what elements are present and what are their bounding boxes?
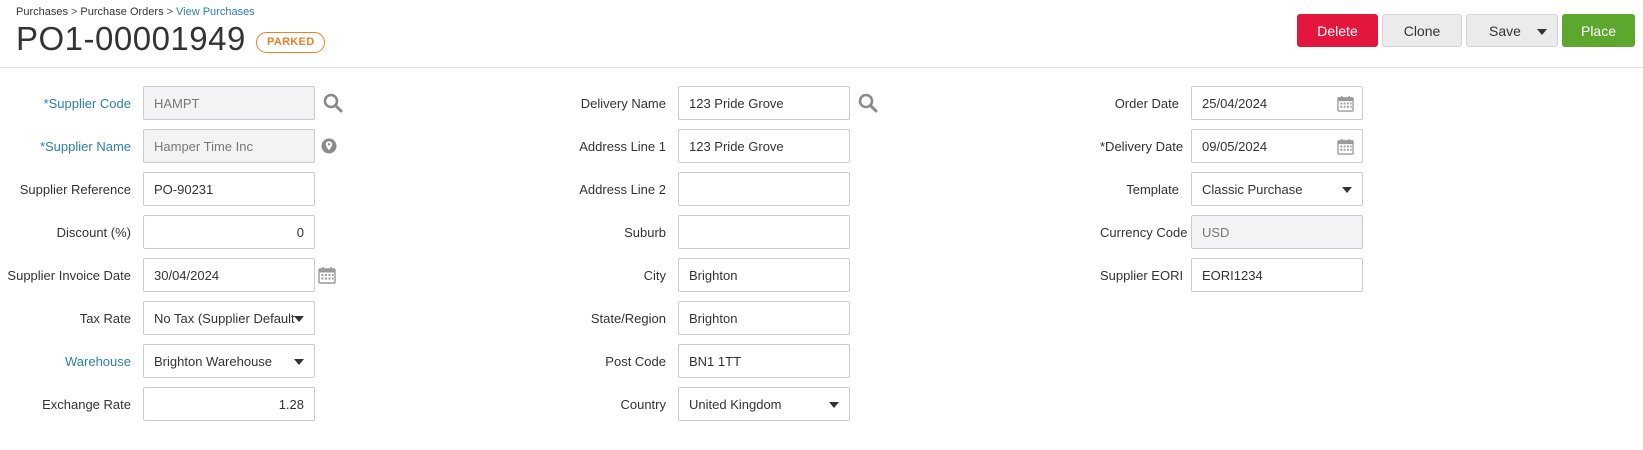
country-value: United Kingdom: [689, 396, 782, 412]
discount-label: Discount (%): [56, 224, 131, 240]
place-button[interactable]: Place: [1562, 14, 1635, 47]
supplier-invoice-date-field[interactable]: 30/04/2024: [143, 258, 315, 292]
order-date-field[interactable]: 25/04/2024: [1191, 86, 1363, 120]
delivery-name-label: Delivery Name: [580, 95, 666, 111]
address-line-1-label: Address Line 1: [579, 138, 666, 154]
exchange-rate-field[interactable]: 1.28: [143, 387, 315, 421]
warehouse-label[interactable]: Warehouse: [0, 354, 143, 369]
chevron-down-icon[interactable]: [1537, 29, 1547, 35]
order-date-label: Order Date: [1114, 95, 1179, 111]
template-label: Template: [1126, 181, 1179, 197]
order-date-value: 25/04/2024: [1202, 95, 1268, 111]
country-select[interactable]: United Kingdom: [678, 387, 850, 421]
city-label: City: [643, 267, 666, 283]
supplier-name-label: *Supplier Name: [39, 138, 131, 154]
breadcrumb-separator: >: [70, 6, 78, 18]
supplier-reference-field[interactable]: PO-90231: [143, 172, 315, 206]
template-value: Classic Purchase: [1202, 181, 1303, 197]
exchange-rate-label: Exchange Rate: [42, 396, 131, 412]
suburb-field[interactable]: [678, 215, 850, 249]
delivery-date-label: *Delivery Date: [1100, 138, 1184, 154]
city-field[interactable]: Brighton: [678, 258, 850, 292]
chevron-down-icon: [1342, 187, 1352, 193]
supplier-invoice-date-label: Supplier Invoice Date: [7, 267, 131, 283]
tax-rate-label: Tax Rate: [79, 310, 131, 326]
search-icon[interactable]: [323, 93, 343, 113]
currency-code-label: Currency Code: [1100, 224, 1188, 240]
calendar-icon[interactable]: [318, 266, 336, 284]
save-button-label: Save: [1489, 22, 1521, 39]
breadcrumb: Purchases > Purchase Orders > View Purchases: [16, 6, 255, 18]
country-label: Country: [620, 396, 666, 412]
calendar-icon[interactable]: [1337, 138, 1354, 158]
tax-rate-select[interactable]: No Tax (Supplier Default: [143, 301, 315, 335]
location-pin-icon[interactable]: [321, 138, 337, 154]
delivery-date-field[interactable]: 09/05/2024: [1191, 129, 1363, 163]
page-title: PO1-00001949: [16, 20, 246, 57]
address-line-2-field[interactable]: [678, 172, 850, 206]
delivery-name-field[interactable]: 123 Pride Grove: [678, 86, 850, 120]
delivery-date-value: 09/05/2024: [1202, 138, 1268, 154]
clone-button[interactable]: Clone: [1382, 14, 1462, 47]
breadcrumb-purchases[interactable]: Purchases: [16, 6, 68, 18]
address-line-1-field[interactable]: 123 Pride Grove: [678, 129, 850, 163]
supplier-code-field[interactable]: HAMPT: [143, 86, 315, 120]
header-divider: [0, 67, 1643, 68]
chevron-down-icon: [294, 359, 304, 365]
tax-rate-value: No Tax (Supplier Default: [154, 310, 295, 326]
post-code-field[interactable]: BN1 1TT: [678, 344, 850, 378]
address-line-2-label: Address Line 2: [579, 181, 666, 197]
discount-field[interactable]: 0: [143, 215, 315, 249]
supplier-code-label: *Supplier Code: [43, 95, 131, 111]
template-select[interactable]: Classic Purchase: [1191, 172, 1363, 206]
suburb-label: Suburb: [624, 224, 666, 240]
breadcrumb-view-purchases[interactable]: View Purchases: [176, 6, 255, 18]
delete-button[interactable]: Delete: [1297, 14, 1378, 47]
state-region-field[interactable]: Brighton: [678, 301, 850, 335]
warehouse-value: Brighton Warehouse: [154, 353, 273, 369]
save-button[interactable]: Save: [1466, 14, 1558, 47]
supplier-name-field[interactable]: Hamper Time Inc: [143, 129, 315, 163]
supplier-eori-field[interactable]: EORI1234: [1191, 258, 1363, 292]
breadcrumb-separator: >: [166, 6, 174, 18]
search-icon[interactable]: [858, 93, 878, 113]
currency-code-field[interactable]: USD: [1191, 215, 1363, 249]
action-bar: Delete Clone Save Place: [1297, 14, 1635, 47]
state-region-label: State/Region: [590, 310, 666, 326]
calendar-icon[interactable]: [1337, 95, 1354, 115]
warehouse-select[interactable]: Brighton Warehouse: [143, 344, 315, 378]
breadcrumb-purchase-orders[interactable]: Purchase Orders: [80, 6, 163, 18]
status-badge: PARKED: [256, 32, 326, 53]
supplier-reference-label: Supplier Reference: [19, 181, 131, 197]
post-code-label: Post Code: [605, 353, 666, 369]
chevron-down-icon: [294, 316, 304, 322]
supplier-eori-label: Supplier EORI: [1100, 267, 1184, 283]
chevron-down-icon: [829, 402, 839, 408]
